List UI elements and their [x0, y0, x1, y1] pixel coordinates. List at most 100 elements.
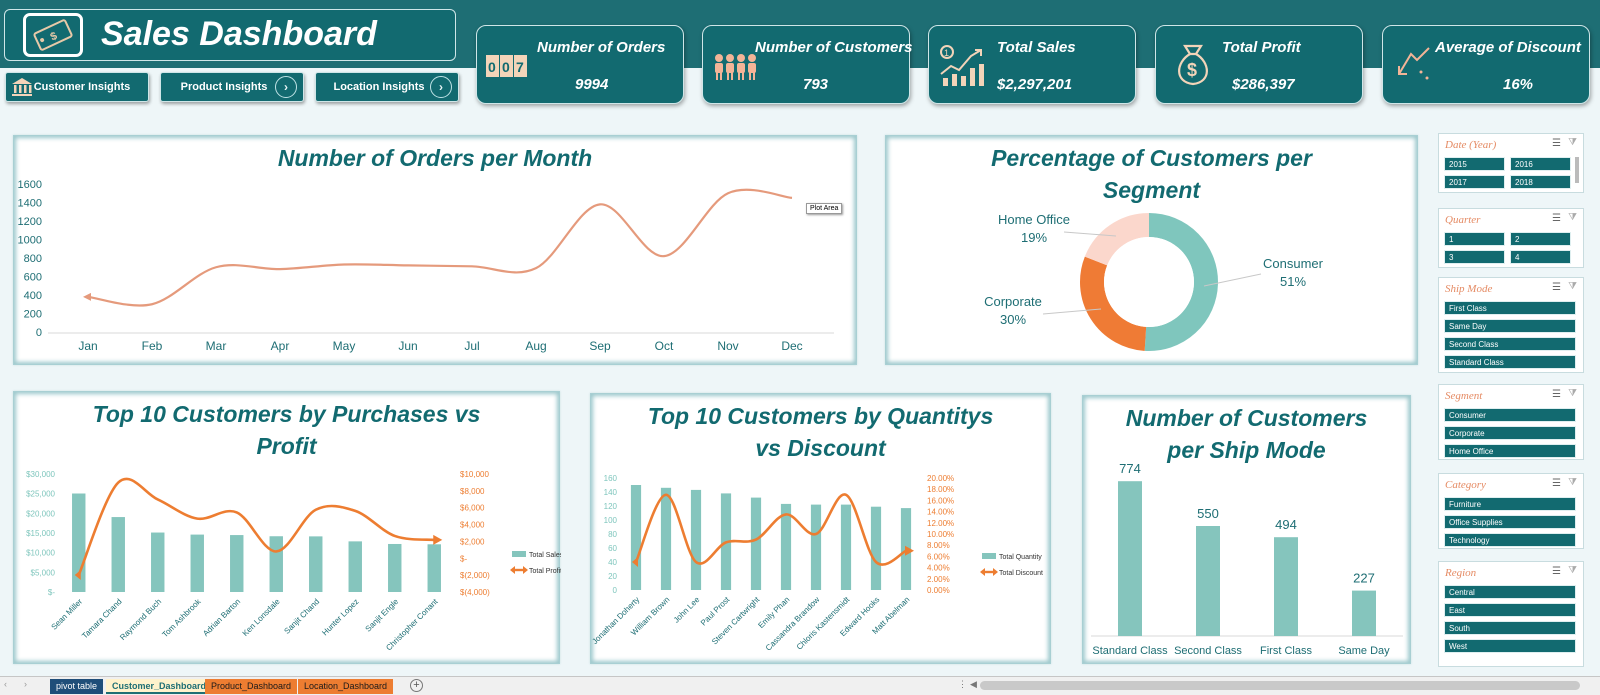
add-sheet-icon[interactable]: + — [410, 679, 423, 692]
slicer-item[interactable]: 3 — [1444, 250, 1505, 264]
x-tick-label: Jun — [398, 339, 417, 353]
slicer-item[interactable]: Standard Class — [1444, 355, 1576, 369]
ship-mode-bar-chart[interactable]: 774 Standard Class 550 Second Class 494 First… — [1083, 396, 1412, 665]
x-tick-label: Tamara Chand — [80, 597, 123, 640]
growth-chart-icon: 1 — [937, 44, 989, 92]
slicer-item[interactable]: Office Supplies — [1444, 515, 1576, 529]
slicer-title: Ship Mode — [1445, 283, 1493, 295]
donut-hole — [1104, 237, 1194, 327]
bar — [388, 543, 402, 592]
scroll-left-icon[interactable]: ◀ — [970, 679, 977, 690]
clear-filter-icon[interactable]: ⧩ — [1568, 212, 1577, 223]
slicer-item[interactable]: 1 — [1444, 232, 1505, 246]
location-insights-label: Location Insights — [333, 81, 425, 93]
kpi-value: $2,297,201 — [997, 76, 1073, 93]
series-start-arrow — [83, 292, 91, 301]
x-tick-label: Mar — [206, 339, 227, 353]
kpi-value: 16% — [1503, 76, 1534, 93]
multi-select-icon[interactable]: ☰ — [1552, 478, 1561, 489]
multi-select-icon[interactable]: ☰ — [1552, 213, 1561, 224]
y2-tick-label: $4,000 — [460, 521, 485, 530]
sheet-tab-product-dashboard[interactable]: Product_Dashboard — [205, 679, 298, 694]
plot-area-tooltip: Plot Area — [806, 203, 843, 214]
y2-tick-label: $6,000 — [460, 504, 485, 513]
slicer-title: Quarter — [1445, 214, 1481, 226]
segment-donut-chart[interactable]: Consumer 51% Corporate 30% Home Office 19% — [886, 136, 1419, 366]
x-tick-label: John Lee — [672, 595, 702, 625]
y-tick-label: 40 — [608, 558, 617, 567]
sheet-tab-location-dashboard[interactable]: Location_Dashboard — [298, 679, 394, 694]
multi-select-icon[interactable]: ☰ — [1552, 138, 1561, 149]
splitter-handle-icon[interactable]: ⋮ — [958, 679, 967, 690]
slicer-item[interactable]: Central — [1444, 585, 1576, 599]
product-insights-button[interactable]: Product Insights › — [160, 72, 304, 102]
slicer-item[interactable]: 2 — [1510, 232, 1571, 246]
slicer-item[interactable]: 2018 — [1510, 175, 1571, 189]
clear-filter-icon[interactable]: ⧩ — [1568, 388, 1577, 399]
x-tick-label: Feb — [142, 339, 163, 353]
customer-segment-card: Percentage of Customers per Segment Cons… — [885, 135, 1418, 365]
slicer-item[interactable]: 2017 — [1444, 175, 1505, 189]
chevron-right-icon: › — [430, 76, 452, 98]
y2-tick-label: 8.00% — [927, 541, 950, 550]
y-tick-label: 1200 — [18, 216, 42, 228]
bar — [1352, 590, 1376, 636]
slicer-item[interactable]: Second Class — [1444, 337, 1576, 351]
y-tick-label: 1000 — [18, 235, 42, 247]
top10-quantity-card: Top 10 Customers by Quantitys vs Discoun… — [590, 393, 1051, 664]
location-insights-button[interactable]: Location Insights › — [315, 72, 459, 102]
slicer-item[interactable]: 2015 — [1444, 157, 1505, 171]
x-tick-label: Ken Lonsdale — [241, 597, 282, 638]
multi-select-icon[interactable]: ☰ — [1552, 282, 1561, 293]
kpi-label: Number of Orders — [537, 39, 666, 56]
sheet-tab-pivot[interactable]: pivot table — [50, 679, 104, 694]
multi-select-icon[interactable]: ☰ — [1552, 566, 1561, 577]
x-tick-label: Chloris Kastensmidt — [795, 595, 852, 652]
orders-line-chart[interactable]: 0 200 400 600 800 1000 1200 1400 1600 Jan Feb Mar Ap… — [14, 136, 858, 366]
y2-tick-label: $(4,000) — [460, 588, 490, 597]
x-tick-label: Sanjit Engle — [364, 597, 401, 634]
page-title: Sales Dashboard — [101, 15, 377, 53]
customer-insights-button[interactable]: Customer Insights — [5, 72, 149, 102]
slicer-item[interactable]: West — [1444, 639, 1576, 653]
line-series — [77, 477, 435, 576]
slicer-item[interactable]: Technology — [1444, 533, 1576, 547]
clear-filter-icon[interactable]: ⧩ — [1568, 281, 1577, 292]
slicer-scrollbar[interactable] — [1575, 157, 1579, 183]
slicer-item[interactable]: East — [1444, 603, 1576, 617]
series-end-arrow — [433, 534, 443, 545]
y-tick-label: 60 — [608, 544, 617, 553]
horizontal-scrollbar[interactable] — [980, 681, 1580, 690]
slicer-item[interactable]: Home Office — [1444, 444, 1576, 458]
slicer-item[interactable]: South — [1444, 621, 1576, 635]
multi-select-icon[interactable]: ☰ — [1552, 389, 1561, 400]
x-tick-label: Jan — [78, 339, 97, 353]
sheet-tab-customer-dashboard[interactable]: Customer_Dashboard — [106, 679, 213, 694]
bar — [1118, 481, 1142, 636]
price-tag-icon: $ — [23, 13, 83, 57]
slicer-item[interactable]: Corporate — [1444, 426, 1576, 440]
top10-sales-combo-chart[interactable]: $- $5,000 $10,000 $15,000 $20,000 $25,000 $30,… — [14, 392, 561, 665]
y2-tick-label: 6.00% — [927, 552, 950, 561]
svg-text:0: 0 — [488, 59, 496, 75]
top10-quantity-combo-chart[interactable]: 0 20 40 60 80 100 120 140 160 0.00% 2.00% 4.00% 6.00… — [591, 394, 1052, 665]
scroll-right-icon[interactable]: › — [24, 679, 27, 689]
clear-filter-icon[interactable]: ⧩ — [1568, 565, 1577, 576]
slicer-item[interactable]: Consumer — [1444, 408, 1576, 422]
y2-tick-label: $10,000 — [460, 470, 489, 479]
slicer-item[interactable]: 4 — [1510, 250, 1571, 264]
y2-tick-label: 0.00% — [927, 586, 950, 595]
slicer-item[interactable]: 2016 — [1510, 157, 1571, 171]
scroll-left-icon[interactable]: ‹ — [4, 679, 7, 689]
y-tick-label: $- — [48, 588, 55, 597]
bar — [810, 504, 822, 590]
y2-tick-label: 4.00% — [927, 564, 950, 573]
slicer-item[interactable]: First Class — [1444, 301, 1576, 315]
kpi-card-discount: Average of Discount 16% — [1382, 25, 1590, 104]
slicer-item[interactable]: Same Day — [1444, 319, 1576, 333]
clear-filter-icon[interactable]: ⧩ — [1568, 137, 1577, 148]
slicer-item[interactable]: Furniture — [1444, 497, 1576, 511]
clear-filter-icon[interactable]: ⧩ — [1568, 477, 1577, 488]
slicer-title: Date (Year) — [1445, 139, 1497, 151]
bar — [151, 532, 165, 592]
